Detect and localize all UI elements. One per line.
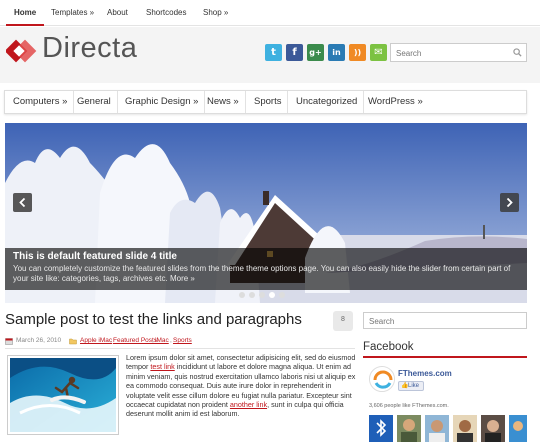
- fb-like-count: 3,606 people like FThemes.com.: [369, 403, 449, 409]
- category-wordpress[interactable]: WordPress »: [362, 91, 429, 113]
- category-computers[interactable]: Computers »: [7, 91, 75, 113]
- rss-icon[interactable]: )): [349, 44, 366, 61]
- post-category-link[interactable]: Featured Posts: [113, 337, 157, 344]
- post-category-link[interactable]: iMac: [155, 337, 169, 344]
- slider-dot[interactable]: [279, 292, 285, 298]
- post-inline-link[interactable]: test link: [150, 362, 174, 371]
- logo-icon[interactable]: [6, 38, 38, 66]
- topnav-shop[interactable]: Shop »: [195, 0, 236, 26]
- email-icon[interactable]: ✉: [370, 44, 387, 61]
- facebook-widget-title: Facebook: [363, 341, 414, 353]
- post-category-link[interactable]: Sports: [173, 337, 192, 344]
- slide-description: You can completely customize the feature…: [13, 264, 511, 283]
- fan-avatar[interactable]: [425, 415, 449, 442]
- sidebar-search-input[interactable]: [369, 316, 509, 327]
- slider-dot[interactable]: [239, 292, 245, 298]
- twitter-icon[interactable]: t: [265, 44, 282, 61]
- slide-caption: This is default featured slide 4 title Y…: [5, 248, 527, 290]
- category-sports[interactable]: Sports: [248, 91, 289, 113]
- fthemes-logo-icon[interactable]: [369, 366, 395, 392]
- google-plus-icon[interactable]: g+: [307, 44, 324, 61]
- thumbs-up-icon: 👍: [401, 383, 409, 389]
- topnav-templates[interactable]: Templates »: [43, 0, 102, 26]
- featured-slider[interactable]: This is default featured slide 4 title Y…: [5, 123, 527, 303]
- facebook-like-box[interactable]: FThemes.com 👍 Like 3,606 people like FTh…: [363, 360, 527, 447]
- linkedin-icon[interactable]: in: [328, 44, 345, 61]
- folder-icon: [69, 338, 77, 345]
- post-inline-link[interactable]: another link: [230, 400, 267, 409]
- category-navigation: Computers » General Graphic Design » New…: [4, 90, 527, 114]
- fan-avatar[interactable]: [453, 415, 477, 442]
- fan-avatar[interactable]: [481, 415, 505, 442]
- facebook-icon[interactable]: f: [286, 44, 303, 61]
- slider-dot-active[interactable]: [269, 292, 275, 298]
- fan-avatar[interactable]: [509, 415, 527, 442]
- post-thumbnail[interactable]: [7, 355, 119, 435]
- slider-dot[interactable]: [249, 292, 255, 298]
- fb-like-button[interactable]: 👍 Like: [398, 381, 424, 391]
- search-icon[interactable]: [513, 48, 522, 57]
- post-title[interactable]: Sample post to test the links and paragr…: [5, 311, 302, 328]
- category-graphic-design[interactable]: Graphic Design »: [119, 91, 206, 113]
- bluetooth-avatar[interactable]: [369, 415, 393, 442]
- topnav-about[interactable]: About: [99, 0, 136, 26]
- category-uncategorized[interactable]: Uncategorized: [290, 91, 365, 113]
- chevron-right-icon: [506, 198, 513, 207]
- topnav-shortcodes[interactable]: Shortcodes: [138, 0, 194, 26]
- post-date: March 26, 2010: [16, 337, 62, 344]
- category-general[interactable]: General: [71, 91, 118, 113]
- sidebar-search[interactable]: [363, 312, 527, 329]
- post-meta: March 26, 2010 Apple iMac , Featured Pos…: [5, 336, 355, 348]
- site-logo-text[interactable]: Directa: [42, 32, 137, 65]
- post-excerpt: Lorem ipsum dolor sit amet, consectetur …: [126, 353, 356, 419]
- slide-title[interactable]: This is default featured slide 4 title: [13, 251, 177, 262]
- slider-dot[interactable]: [259, 292, 265, 298]
- fan-avatar[interactable]: [397, 415, 421, 442]
- comment-count-badge[interactable]: 8: [333, 311, 353, 331]
- fb-page-name[interactable]: FThemes.com: [398, 369, 452, 378]
- post-category-link[interactable]: Apple iMac: [80, 337, 112, 344]
- category-news[interactable]: News »: [201, 91, 246, 113]
- slider-prev-button[interactable]: [13, 193, 32, 212]
- calendar-icon: [5, 338, 13, 345]
- header-search-input[interactable]: [396, 47, 506, 59]
- slider-next-button[interactable]: [500, 193, 519, 212]
- chevron-left-icon: [19, 198, 26, 207]
- divider: [5, 348, 355, 349]
- widget-title-underline: [363, 356, 527, 358]
- topnav-home[interactable]: Home: [6, 0, 45, 26]
- top-navigation: Home Templates » About Shortcodes Shop »: [0, 0, 540, 26]
- surfer-image: [10, 358, 116, 432]
- fb-like-label: Like: [408, 383, 420, 389]
- header-search[interactable]: [390, 43, 527, 62]
